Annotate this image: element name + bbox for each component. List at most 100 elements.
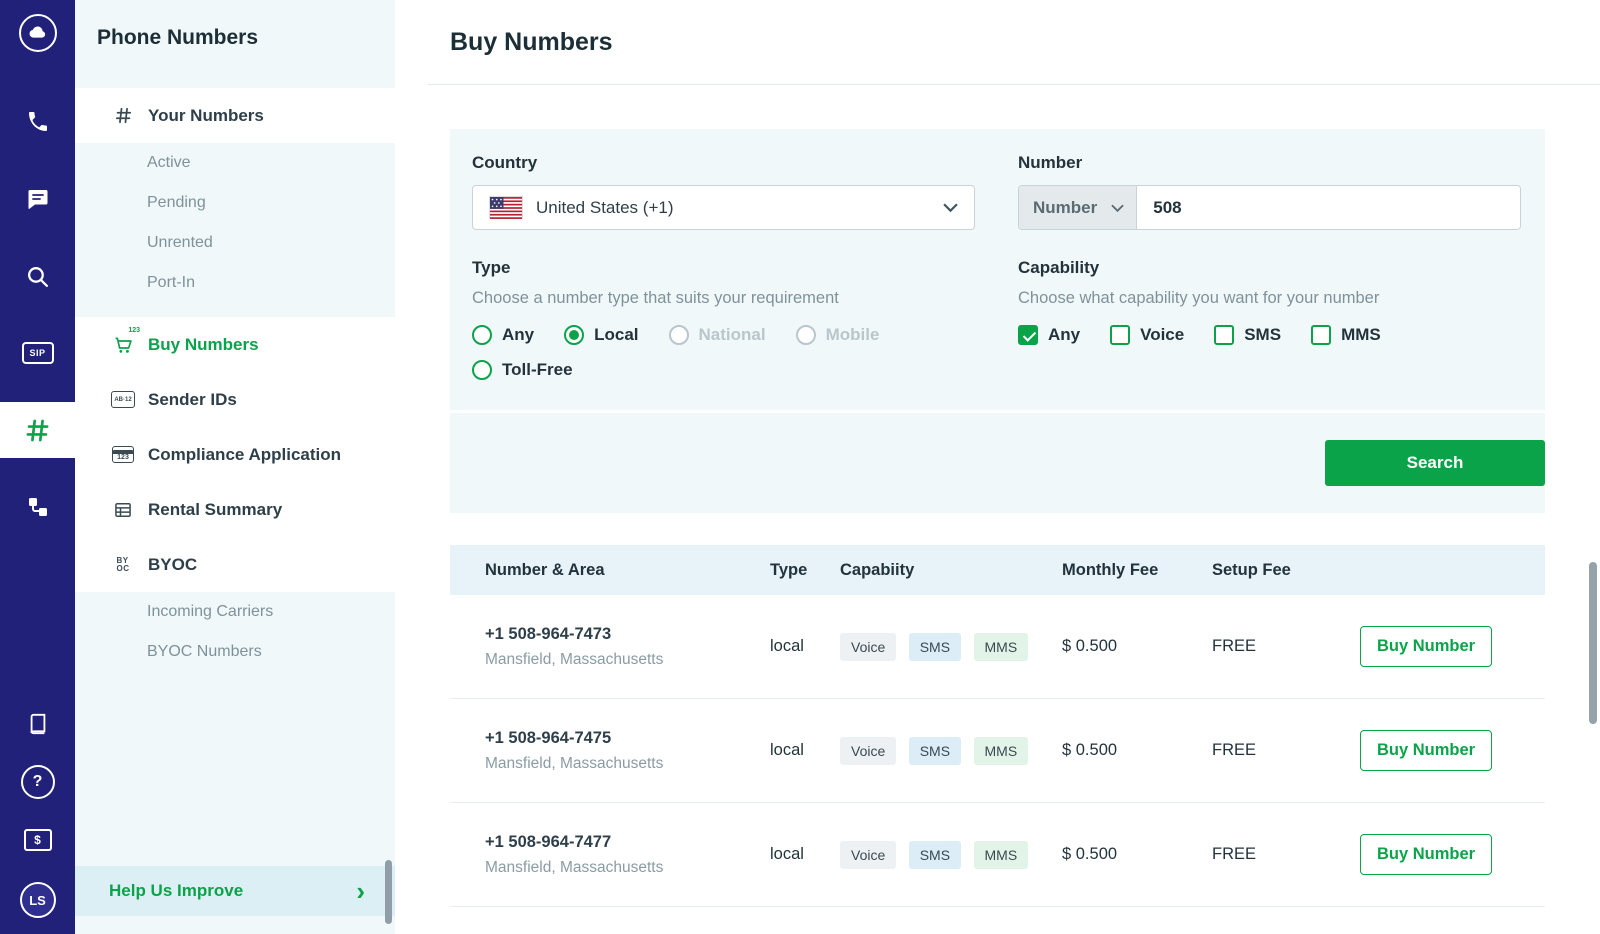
- sidebar-item-unrented[interactable]: Unrented: [75, 223, 395, 263]
- sidebar-menu: Your Numbers Active Pending Unrented Por…: [75, 88, 395, 672]
- sidebar-item-label: Your Numbers: [148, 105, 264, 125]
- sidebar-item-byoc-numbers[interactable]: BYOC Numbers: [75, 632, 395, 672]
- sidebar-item-label: Incoming Carriers: [147, 603, 274, 620]
- sidebar-item-active[interactable]: Active: [75, 143, 395, 183]
- billing-icon[interactable]: $: [0, 820, 75, 860]
- type-subtitle: Choose a number type that suits your req…: [472, 289, 839, 307]
- capability-subtitle: Choose what capability you want for your…: [1018, 289, 1380, 307]
- sidebar-item-compliance-application[interactable]: 123 Compliance Application: [75, 427, 395, 482]
- phone-area: Mansfield, Massachusetts: [485, 650, 664, 668]
- help-icon[interactable]: ?: [0, 762, 75, 802]
- page-header: Buy Numbers: [395, 0, 1600, 85]
- buy-number-button[interactable]: Buy Number: [1360, 730, 1493, 771]
- help-us-improve-button[interactable]: Help Us Improve ›: [75, 866, 395, 916]
- col-capability: Capabiity: [840, 560, 915, 579]
- help-us-improve-label: Help Us Improve: [109, 881, 244, 900]
- search-button-panel: Search: [450, 413, 1545, 513]
- plivo-logo-icon[interactable]: [0, 5, 75, 61]
- sidebar-item-sender-ids[interactable]: AB·12 Sender IDs: [75, 372, 395, 427]
- capability-badge-mms: MMS: [973, 736, 1029, 765]
- col-setup-fee: Setup Fee: [1212, 560, 1291, 579]
- country-select-value: United States (+1): [536, 197, 674, 217]
- main-scrollbar[interactable]: [1589, 562, 1597, 724]
- table-row: +1 508-964-7475 Mansfield, Massachusetts…: [450, 699, 1545, 803]
- page-title: Buy Numbers: [450, 28, 613, 56]
- sidebar-item-label: Rental Summary: [148, 499, 283, 519]
- option-label: Any: [1048, 325, 1081, 344]
- table-icon: [111, 500, 135, 520]
- lookup-icon[interactable]: [0, 248, 75, 304]
- sidebar-item-byoc[interactable]: BY OC BYOC: [75, 537, 395, 592]
- capability-cell: Voice SMS MMS: [840, 736, 1062, 765]
- number-input[interactable]: [1137, 186, 1520, 229]
- option-label: Local: [594, 325, 639, 344]
- type-cell: local: [770, 637, 804, 655]
- checkbox-icon: [1110, 325, 1131, 345]
- sidebar-item-buy-numbers[interactable]: 123 Buy Numbers: [75, 317, 395, 372]
- number-area-cell: +1 508-964-7475 Mansfield, Massachusetts: [485, 729, 770, 773]
- sidebar-item-label: Buy Numbers: [148, 334, 259, 354]
- cart-icon: 123: [111, 327, 140, 355]
- phone-area: Mansfield, Massachusetts: [485, 754, 664, 772]
- monthly-fee-cell: $ 0.500: [1062, 637, 1118, 655]
- radio-icon: [472, 360, 492, 380]
- sidebar-item-incoming-carriers[interactable]: Incoming Carriers: [75, 592, 395, 632]
- cloud-logo-icon: [18, 14, 57, 52]
- number-mode-select[interactable]: Number: [1019, 186, 1138, 229]
- type-option-toll-free[interactable]: Toll-Free: [472, 360, 573, 380]
- capability-option-voice[interactable]: Voice: [1110, 325, 1184, 345]
- capability-badge-sms: SMS: [908, 840, 962, 869]
- sidebar-item-label: BYOC: [148, 554, 198, 574]
- capability-option-any[interactable]: Any: [1018, 325, 1080, 345]
- type-label: Type: [472, 258, 511, 277]
- product-rail: SIP ? $ LS: [0, 0, 75, 934]
- capability-badge-sms: SMS: [908, 632, 962, 661]
- capability-label: Capability: [1018, 258, 1100, 277]
- sidebar-item-pending[interactable]: Pending: [75, 183, 395, 223]
- sidebar-item-label: Unrented: [147, 234, 213, 251]
- option-label: SMS: [1244, 325, 1282, 344]
- capability-option-sms[interactable]: SMS: [1214, 325, 1281, 345]
- option-label: Toll-Free: [502, 360, 573, 379]
- account-avatar[interactable]: LS: [0, 878, 75, 922]
- number-area-cell: +1 508-964-7477 Mansfield, Massachusetts: [485, 833, 770, 877]
- sidebar-item-port-in[interactable]: Port-In: [75, 263, 395, 303]
- capability-badge-mms: MMS: [973, 840, 1029, 869]
- flow-icon[interactable]: [0, 479, 75, 535]
- monthly-fee-cell: $ 0.500: [1062, 845, 1118, 863]
- sidebar-item-label: Active: [147, 154, 191, 171]
- sidebar-item-your-numbers[interactable]: Your Numbers: [75, 88, 395, 143]
- sidebar-item-rental-summary[interactable]: Rental Summary: [75, 482, 395, 537]
- sidebar-item-label: Compliance Application: [148, 444, 342, 464]
- byoc-icon: BY OC: [111, 556, 135, 573]
- sidebar: Phone Numbers Your Numbers Active Pendin…: [75, 0, 395, 934]
- sidebar-item-label: BYOC Numbers: [147, 643, 262, 660]
- capability-badge-voice: Voice: [840, 840, 897, 869]
- number-label: Number: [1018, 153, 1083, 172]
- search-button[interactable]: Search: [1325, 440, 1545, 486]
- chevron-down-icon: [1111, 198, 1124, 218]
- messaging-icon[interactable]: [0, 171, 75, 227]
- buy-number-button[interactable]: Buy Number: [1360, 834, 1493, 875]
- docs-icon[interactable]: [0, 704, 75, 744]
- sip-trunking-icon[interactable]: SIP: [0, 325, 75, 381]
- capability-badge-voice: Voice: [840, 736, 897, 765]
- sidebar-scrollbar[interactable]: [385, 860, 392, 924]
- capability-cell: Voice SMS MMS: [840, 840, 1062, 869]
- checkbox-icon: [1214, 325, 1235, 345]
- option-label: Any: [502, 325, 535, 344]
- country-select[interactable]: United States (+1): [472, 185, 975, 230]
- voice-calls-icon[interactable]: [0, 94, 75, 150]
- type-option-any[interactable]: Any: [472, 325, 534, 345]
- phone-numbers-icon[interactable]: [0, 402, 75, 458]
- byoc-glyph-bottom: OC: [116, 563, 130, 573]
- table-row: +1 508-964-7477 Mansfield, Massachusetts…: [450, 803, 1545, 907]
- phone-number: +1 508-964-7475: [485, 728, 612, 747]
- search-form-panel: Country United States (+1) Type Choose a…: [450, 129, 1545, 410]
- buy-number-button[interactable]: Buy Number: [1360, 626, 1493, 667]
- capability-option-mms[interactable]: MMS: [1311, 325, 1381, 345]
- type-option-local[interactable]: Local: [564, 325, 639, 345]
- option-label: Voice: [1140, 325, 1185, 344]
- checkbox-checked-icon: [1018, 325, 1038, 345]
- radio-checked-icon: [564, 325, 585, 345]
